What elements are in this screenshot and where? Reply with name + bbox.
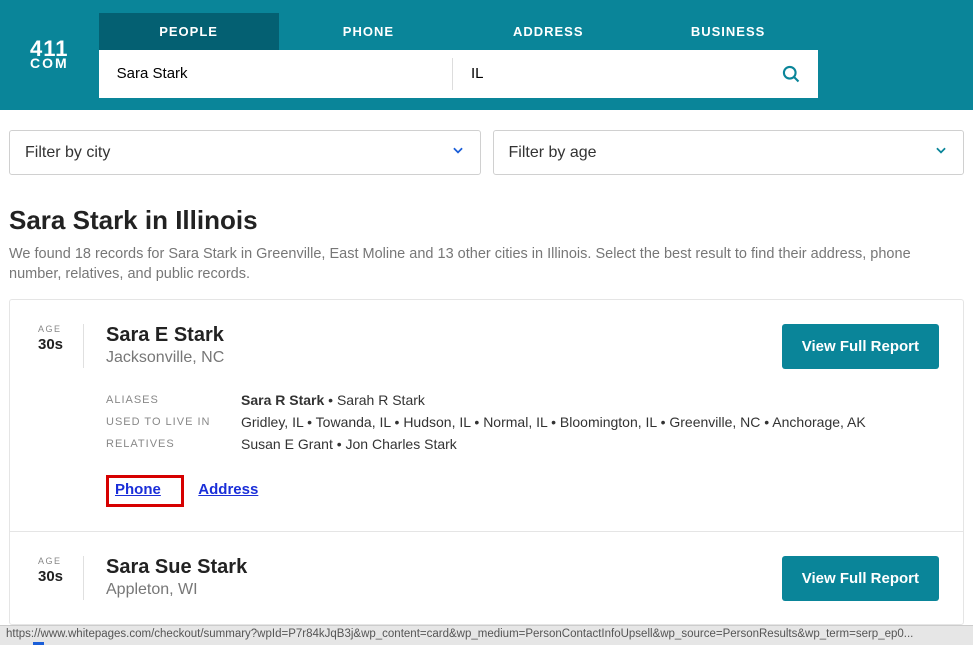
- search-name-input[interactable]: [99, 50, 452, 98]
- phone-link-highlight: Phone: [106, 475, 184, 507]
- content: Filter by city Filter by age Sara Stark …: [0, 110, 973, 625]
- age-column: AGE 30s: [38, 556, 84, 600]
- status-accent: [33, 642, 44, 645]
- logo-bottom: COM: [30, 58, 69, 70]
- view-report-button[interactable]: View Full Report: [782, 556, 939, 601]
- relatives-value: Susan E Grant • Jon Charles Stark: [241, 433, 866, 455]
- page-title: Sara Stark in Illinois: [9, 205, 964, 236]
- chevron-down-icon: [934, 143, 948, 162]
- age-column: AGE 30s: [38, 324, 84, 368]
- search-area: PEOPLE PHONE ADDRESS BUSINESS: [99, 13, 973, 98]
- results-list: AGE 30s Sara E Stark Jacksonville, NC AL…: [9, 299, 964, 625]
- result-card: AGE 30s Sara Sue Stark Appleton, WI View…: [10, 532, 963, 624]
- search-button[interactable]: [763, 50, 818, 98]
- chevron-down-icon: [451, 143, 465, 162]
- age-label: AGE: [38, 324, 73, 334]
- lived-value: Gridley, IL • Towanda, IL • Hudson, IL •…: [241, 411, 866, 433]
- result-card: AGE 30s Sara E Stark Jacksonville, NC AL…: [10, 300, 963, 532]
- tab-people[interactable]: PEOPLE: [99, 13, 279, 50]
- address-link[interactable]: Address: [198, 481, 258, 498]
- meta-labels: ALIASES USED TO LIVE IN RELATIVES: [106, 389, 241, 455]
- filter-age[interactable]: Filter by age: [493, 130, 965, 175]
- filter-city[interactable]: Filter by city: [9, 130, 481, 175]
- search-icon: [781, 64, 801, 84]
- age-value: 30s: [38, 336, 73, 353]
- site-header: 411 COM PEOPLE PHONE ADDRESS BUSINESS: [0, 0, 973, 110]
- age-value: 30s: [38, 568, 73, 585]
- title-block: Sara Stark in Illinois We found 18 recor…: [9, 205, 964, 285]
- search-state-input[interactable]: [453, 50, 763, 98]
- filter-city-label: Filter by city: [25, 144, 110, 162]
- result-links: Phone Address: [106, 475, 935, 507]
- tab-address[interactable]: ADDRESS: [458, 13, 638, 50]
- filter-age-label: Filter by age: [509, 144, 597, 162]
- view-report-button[interactable]: View Full Report: [782, 324, 939, 369]
- page-subtitle: We found 18 records for Sara Stark in Gr…: [9, 244, 964, 285]
- aliases-label: ALIASES: [106, 389, 241, 411]
- aliases-value: Sara R Stark • Sarah R Stark: [241, 389, 866, 411]
- phone-link[interactable]: Phone: [115, 481, 161, 498]
- age-label: AGE: [38, 556, 73, 566]
- browser-status-bar: https://www.whitepages.com/checkout/summ…: [0, 625, 973, 645]
- search-bar: [99, 50, 818, 98]
- tab-phone[interactable]: PHONE: [279, 13, 459, 50]
- relatives-label: RELATIVES: [106, 433, 241, 455]
- search-tabs: PEOPLE PHONE ADDRESS BUSINESS: [99, 13, 818, 50]
- tab-business[interactable]: BUSINESS: [638, 13, 818, 50]
- status-url: https://www.whitepages.com/checkout/summ…: [6, 628, 913, 640]
- filters-row: Filter by city Filter by age: [9, 130, 964, 175]
- lived-label: USED TO LIVE IN: [106, 411, 241, 433]
- result-meta: ALIASES USED TO LIVE IN RELATIVES Sara R…: [106, 389, 935, 455]
- meta-values: Sara R Stark • Sarah R Stark Gridley, IL…: [241, 389, 866, 455]
- logo[interactable]: 411 COM: [30, 40, 69, 71]
